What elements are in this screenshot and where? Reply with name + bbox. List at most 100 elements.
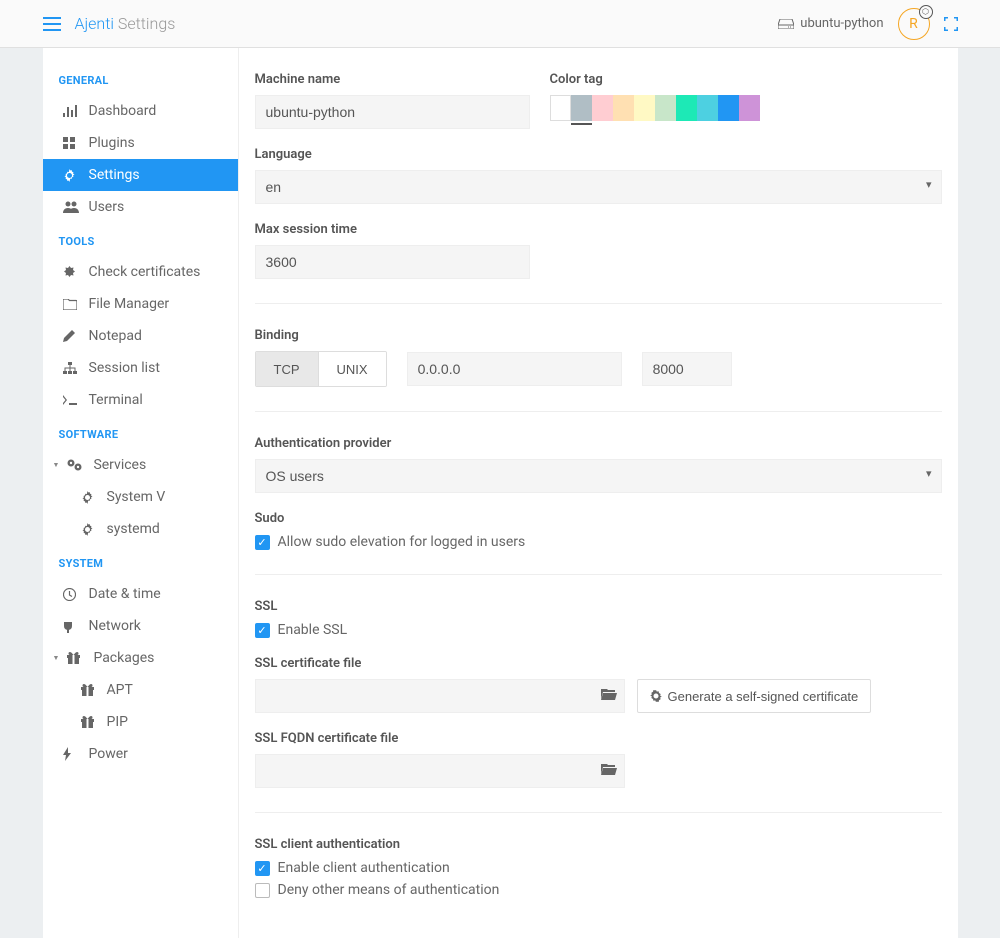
- gears-icon: [67, 459, 83, 471]
- binding-unix-button[interactable]: UNIX: [318, 352, 386, 386]
- page-title: Settings: [118, 14, 175, 33]
- sidebar-item-network[interactable]: Network: [43, 610, 238, 642]
- sidebar-item-date-time[interactable]: Date & time: [43, 578, 238, 610]
- menu-toggle-icon[interactable]: [43, 17, 61, 31]
- sidebar-section-header: SOFTWARE: [43, 416, 238, 449]
- ssl-fqdn-input[interactable]: [255, 754, 625, 788]
- ssl-fqdn-label: SSL FQDN certificate file: [255, 731, 942, 746]
- gift-icon: [81, 684, 97, 696]
- binding-mode-group: TCP UNIX: [255, 351, 387, 387]
- color-swatch[interactable]: [550, 95, 571, 121]
- sidebar-item-check-certificates[interactable]: Check certificates: [43, 256, 238, 288]
- color-swatch[interactable]: [676, 95, 697, 121]
- sidebar-item-label: File Manager: [89, 296, 170, 312]
- sitemap-icon: [63, 362, 79, 374]
- sidebar-item-notepad[interactable]: Notepad: [43, 320, 238, 352]
- color-swatches: [550, 95, 942, 121]
- sidebar-item-label: systemd: [107, 521, 160, 537]
- sidebar-item-file-manager[interactable]: File Manager: [43, 288, 238, 320]
- th-large-icon: [63, 137, 79, 149]
- color-swatch[interactable]: [697, 95, 718, 121]
- sidebar-item-label: Users: [89, 199, 125, 215]
- sidebar-item-label: PIP: [107, 714, 128, 730]
- sidebar-item-label: Packages: [93, 650, 154, 666]
- users-icon: [63, 201, 79, 213]
- sidebar-item-settings[interactable]: Settings: [43, 159, 238, 191]
- gear-icon: [63, 169, 79, 182]
- fullscreen-icon[interactable]: [944, 17, 958, 31]
- folder-open-icon[interactable]: [601, 687, 617, 701]
- deny-other-auth-label: Deny other means of authentication: [278, 882, 500, 898]
- sidebar-item-session-list[interactable]: Session list: [43, 352, 238, 384]
- color-tag-label: Color tag: [550, 72, 942, 87]
- sidebar-item-packages[interactable]: Packages: [43, 642, 238, 674]
- ssl-cert-input[interactable]: [255, 679, 625, 713]
- sidebar-item-systemd[interactable]: systemd: [43, 513, 238, 545]
- sidebar-item-plugins[interactable]: Plugins: [43, 127, 238, 159]
- sidebar-item-label: Check certificates: [89, 264, 201, 280]
- gear-icon: [650, 690, 662, 702]
- color-swatch[interactable]: [739, 95, 760, 121]
- sidebar: GENERALDashboardPluginsSettingsUsersTOOL…: [43, 48, 239, 938]
- sidebar-item-dashboard[interactable]: Dashboard: [43, 95, 238, 127]
- machine-name-input[interactable]: [255, 95, 530, 129]
- color-swatch[interactable]: [613, 95, 634, 121]
- brand-name: Ajenti: [75, 14, 114, 33]
- ssl-checkbox[interactable]: ✓: [255, 623, 270, 638]
- color-swatch[interactable]: [718, 95, 739, 121]
- gift-icon: [67, 652, 83, 664]
- gift-icon: [81, 716, 97, 728]
- auth-provider-label: Authentication provider: [255, 436, 942, 451]
- certificate-icon: [63, 266, 79, 279]
- sidebar-section-header: SYSTEM: [43, 545, 238, 578]
- terminal-icon: [63, 395, 79, 405]
- machine-name-label: Machine name: [255, 72, 530, 87]
- sudo-checkbox[interactable]: ✓: [255, 535, 270, 550]
- sudo-checkbox-label: Allow sudo elevation for logged in users: [278, 534, 526, 550]
- sidebar-item-label: Settings: [89, 167, 140, 183]
- sidebar-item-label: Plugins: [89, 135, 135, 151]
- main-content: Machine name Color tag Language en Max s…: [239, 48, 958, 938]
- binding-label: Binding: [255, 328, 942, 343]
- binding-tcp-button[interactable]: TCP: [256, 352, 318, 386]
- sidebar-item-label: Terminal: [89, 392, 143, 408]
- sidebar-item-label: Dashboard: [89, 103, 157, 119]
- hostname-indicator[interactable]: ubuntu-python: [778, 16, 883, 31]
- max-session-input[interactable]: [255, 245, 530, 279]
- hdd-icon: [778, 19, 794, 29]
- color-swatch[interactable]: [655, 95, 676, 121]
- color-swatch[interactable]: [592, 95, 613, 121]
- language-select[interactable]: en: [255, 170, 942, 204]
- ssl-checkbox-label: Enable SSL: [278, 622, 348, 638]
- ssl-client-label: SSL client authentication: [255, 837, 942, 852]
- binding-port-input[interactable]: [642, 352, 732, 386]
- bolt-icon: [63, 747, 79, 761]
- user-avatar[interactable]: R ⬡: [898, 8, 930, 40]
- sidebar-item-power[interactable]: Power: [43, 738, 238, 770]
- color-swatch[interactable]: [634, 95, 655, 121]
- sidebar-item-label: APT: [107, 682, 133, 698]
- sidebar-item-terminal[interactable]: Terminal: [43, 384, 238, 416]
- sidebar-item-system-v[interactable]: System V: [43, 481, 238, 513]
- sudo-label: Sudo: [255, 511, 942, 526]
- enable-client-auth-checkbox[interactable]: ✓: [255, 861, 270, 876]
- language-label: Language: [255, 147, 942, 162]
- sidebar-item-label: Power: [89, 746, 128, 762]
- color-swatch[interactable]: [571, 95, 592, 121]
- enable-client-auth-label: Enable client authentication: [278, 860, 450, 876]
- sidebar-item-label: Network: [89, 618, 141, 634]
- deny-other-auth-checkbox[interactable]: [255, 883, 270, 898]
- sidebar-item-users[interactable]: Users: [43, 191, 238, 223]
- pencil-icon: [63, 330, 79, 342]
- plug-icon: [63, 619, 79, 633]
- folder-open-icon[interactable]: [601, 762, 617, 776]
- binding-host-input[interactable]: [407, 352, 622, 386]
- sidebar-item-apt[interactable]: APT: [43, 674, 238, 706]
- gear-icon: [81, 523, 97, 536]
- sidebar-item-pip[interactable]: PIP: [43, 706, 238, 738]
- avatar-badge-icon: ⬡: [919, 5, 933, 19]
- sidebar-item-services[interactable]: Services: [43, 449, 238, 481]
- generate-cert-button[interactable]: Generate a self-signed certificate: [637, 679, 872, 713]
- sidebar-section-header: TOOLS: [43, 223, 238, 256]
- auth-provider-select[interactable]: OS users: [255, 459, 942, 493]
